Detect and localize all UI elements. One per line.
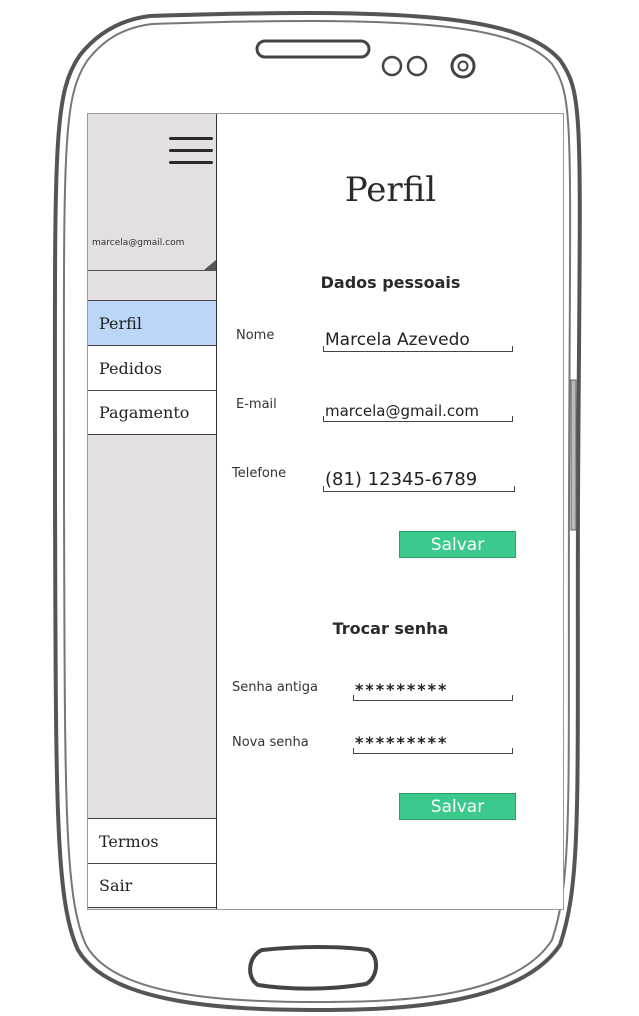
sidebar-item-pagamento[interactable]: Pagamento	[88, 390, 216, 435]
home-button[interactable]	[248, 945, 378, 991]
name-value: Marcela Azevedo	[325, 330, 470, 350]
speaker-slot	[255, 39, 371, 59]
user-dropdown-corner[interactable]	[204, 260, 216, 270]
sidebar-menu: Perfil Pedidos Pagamento	[88, 300, 216, 435]
sidebar: marcela@gmail.com Perfil Pedidos Pagamen…	[88, 114, 217, 909]
mockup-page: marcela@gmail.com Perfil Pedidos Pagamen…	[0, 0, 639, 1016]
app-screen: marcela@gmail.com Perfil Pedidos Pagamen…	[87, 113, 564, 910]
sidebar-item-perfil[interactable]: Perfil	[88, 300, 216, 345]
sidebar-item-termos[interactable]: Termos	[88, 818, 216, 863]
save-personal-button[interactable]: Salvar	[399, 531, 516, 558]
email-field[interactable]: marcela@gmail.com	[323, 396, 513, 422]
new-password-field[interactable]: *********	[353, 728, 513, 754]
old-password-label: Senha antiga	[232, 680, 318, 695]
save-password-button[interactable]: Salvar	[399, 793, 516, 820]
sidebar-item-sair[interactable]: Sair	[88, 863, 216, 908]
new-password-label: Nova senha	[232, 735, 309, 750]
sidebar-bottom-menu: Termos Sair	[88, 818, 216, 908]
sidebar-item-pedidos[interactable]: Pedidos	[88, 345, 216, 390]
user-header: marcela@gmail.com	[88, 114, 216, 271]
sensor-dot-right	[406, 55, 428, 77]
page-title: Perfil	[344, 170, 437, 210]
name-label: Nome	[236, 328, 275, 343]
user-email: marcela@gmail.com	[92, 238, 185, 248]
profile-content: Perfil Dados pessoais Nome Marcela Azeve…	[218, 114, 563, 909]
email-label: E-mail	[236, 397, 277, 412]
phone-value: (81) 12345-6789	[325, 469, 478, 490]
email-value: marcela@gmail.com	[325, 402, 479, 420]
new-password-value: *********	[355, 733, 449, 752]
old-password-field[interactable]: *********	[353, 675, 513, 701]
menu-icon[interactable]	[169, 137, 213, 167]
phone-label: Telefone	[232, 466, 287, 481]
old-password-value: *********	[355, 680, 449, 699]
name-field[interactable]: Marcela Azevedo	[323, 326, 513, 352]
side-button	[570, 379, 577, 531]
phone-field[interactable]: (81) 12345-6789	[323, 466, 515, 492]
personal-data-heading: Dados pessoais	[320, 273, 461, 292]
sensor-dot-left	[381, 55, 403, 77]
change-password-heading: Trocar senha	[332, 619, 449, 638]
